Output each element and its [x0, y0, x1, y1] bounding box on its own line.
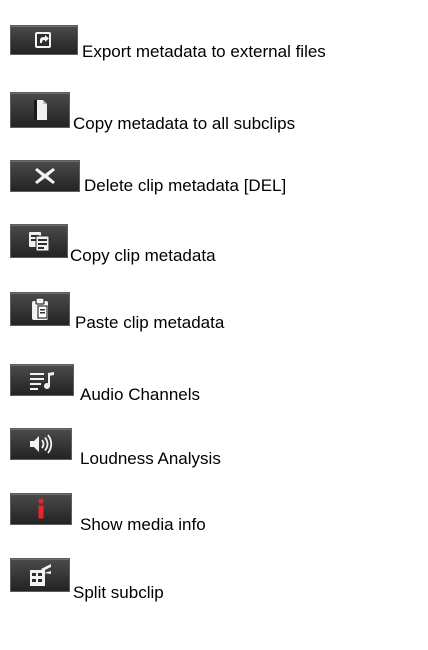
- document-icon: [30, 98, 50, 122]
- show-media-info-button[interactable]: [10, 493, 72, 525]
- item-split-subclip: Split subclip: [10, 558, 420, 618]
- item-label: Delete clip metadata [DEL]: [84, 176, 287, 195]
- item-label: Export metadata to external files: [82, 42, 326, 61]
- item-loudness-analysis: Loudness Analysis: [10, 428, 420, 488]
- item-delete-metadata: Delete clip metadata [DEL]: [10, 160, 420, 220]
- item-label: Loudness Analysis: [80, 449, 221, 468]
- audio-channels-button[interactable]: [10, 364, 74, 396]
- delete-x-icon: [33, 165, 57, 187]
- item-show-media-info: Show media info: [10, 493, 420, 553]
- loudness-analysis-button[interactable]: [10, 428, 72, 460]
- paste-clip-metadata-button[interactable]: [10, 292, 70, 326]
- info-icon: [34, 497, 48, 521]
- item-label: Audio Channels: [80, 385, 201, 404]
- copy-metadata-subclips-button[interactable]: [10, 92, 70, 128]
- item-label: Copy metadata to all subclips: [73, 114, 296, 133]
- split-subclip-button[interactable]: [10, 558, 70, 592]
- split-clip-icon: [27, 562, 53, 588]
- item-label: Copy clip metadata: [70, 246, 216, 265]
- item-copy-metadata-subclips: Copy metadata to all subclips: [10, 92, 420, 152]
- audio-channels-icon: [27, 369, 57, 391]
- item-copy-clip-metadata: Copy clip metadata: [10, 224, 420, 284]
- copy-clip-metadata-button[interactable]: [10, 224, 68, 258]
- item-paste-clip-metadata: Paste clip metadata: [10, 292, 420, 352]
- copy-icon: [26, 230, 52, 252]
- delete-metadata-button[interactable]: [10, 160, 80, 192]
- item-label: Paste clip metadata: [75, 313, 225, 332]
- item-audio-channels: Audio Channels: [10, 364, 420, 424]
- speaker-icon: [27, 433, 55, 455]
- item-label: Show media info: [80, 515, 206, 534]
- export-metadata-button[interactable]: [10, 25, 78, 55]
- item-label: Split subclip: [73, 583, 164, 602]
- export-icon: [33, 30, 55, 50]
- paste-clipboard-icon: [29, 296, 51, 322]
- item-export-metadata: Export metadata to external files: [10, 25, 420, 85]
